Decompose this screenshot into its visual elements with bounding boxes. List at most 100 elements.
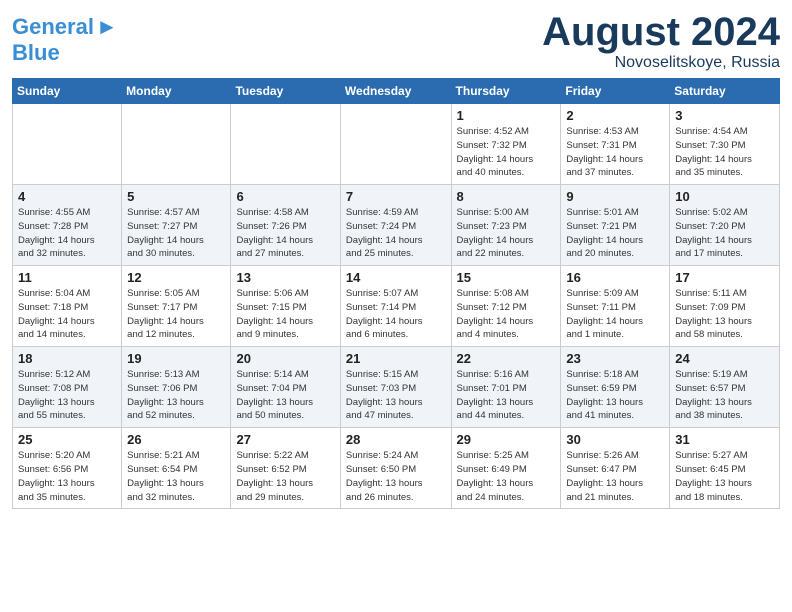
- day-info: Sunrise: 5:09 AM Sunset: 7:11 PM Dayligh…: [566, 287, 664, 342]
- day-info: Sunrise: 5:07 AM Sunset: 7:14 PM Dayligh…: [346, 287, 446, 342]
- calendar-cell-2-7: 10Sunrise: 5:02 AM Sunset: 7:20 PM Dayli…: [670, 185, 780, 266]
- day-info: Sunrise: 4:55 AM Sunset: 7:28 PM Dayligh…: [18, 206, 116, 261]
- calendar-cell-5-1: 25 Sunrise: 5:20 AM Sunset: 6:56 PM Dayli…: [13, 428, 122, 509]
- calendar-cell-4-3: 20 Sunrise: 5:14 AM Sunset: 7:04 PM Dayli…: [231, 347, 340, 428]
- calendar-cell-2-4: 7 Sunrise: 4:59 AM Sunset: 7:24 PM Daylig…: [340, 185, 451, 266]
- calendar-cell-5-2: 26 Sunrise: 5:21 AM Sunset: 6:54 PM Dayli…: [122, 428, 231, 509]
- day-number: 8: [457, 189, 556, 204]
- day-number: 23: [566, 351, 664, 366]
- day-number: 26: [127, 432, 225, 447]
- day-info: Sunrise: 5:01 AM Sunset: 7:21 PM Dayligh…: [566, 206, 664, 261]
- day-info: Sunrise: 5:12 AM Sunset: 7:08 PM Dayligh…: [18, 368, 116, 423]
- calendar-week-1: 1 Sunrise: 4:52 AM Sunset: 7:32 PM Daylig…: [13, 104, 780, 185]
- day-info: Sunrise: 5:16 AM Sunset: 7:01 PM Dayligh…: [457, 368, 556, 423]
- day-number: 30: [566, 432, 664, 447]
- calendar-cell-3-7: 17Sunrise: 5:11 AM Sunset: 7:09 PM Dayli…: [670, 266, 780, 347]
- calendar-cell-2-3: 6Sunrise: 4:58 AM Sunset: 7:26 PM Daylig…: [231, 185, 340, 266]
- calendar-cell-4-5: 22Sunrise: 5:16 AM Sunset: 7:01 PM Dayli…: [451, 347, 561, 428]
- day-info: Sunrise: 5:11 AM Sunset: 7:09 PM Dayligh…: [675, 287, 774, 342]
- calendar-cell-3-3: 13 Sunrise: 5:06 AM Sunset: 7:15 PM Dayli…: [231, 266, 340, 347]
- day-info: Sunrise: 4:57 AM Sunset: 7:27 PM Dayligh…: [127, 206, 225, 261]
- calendar-week-2: 4Sunrise: 4:55 AM Sunset: 7:28 PM Daylig…: [13, 185, 780, 266]
- day-number: 12: [127, 270, 225, 285]
- day-info: Sunrise: 5:08 AM Sunset: 7:12 PM Dayligh…: [457, 287, 556, 342]
- logo-bird-icon: ►: [96, 14, 118, 40]
- calendar-cell-2-5: 8 Sunrise: 5:00 AM Sunset: 7:23 PM Daylig…: [451, 185, 561, 266]
- day-number: 11: [18, 270, 116, 285]
- day-number: 13: [236, 270, 334, 285]
- day-info: Sunrise: 5:14 AM Sunset: 7:04 PM Dayligh…: [236, 368, 334, 423]
- calendar-cell-5-6: 30 Sunrise: 5:26 AM Sunset: 6:47 PM Dayli…: [561, 428, 670, 509]
- logo-blue-text: Blue: [12, 40, 60, 66]
- day-header-thursday: Thursday: [451, 79, 561, 104]
- day-info: Sunrise: 4:52 AM Sunset: 7:32 PM Dayligh…: [457, 125, 556, 180]
- day-number: 18: [18, 351, 116, 366]
- day-header-sunday: Sunday: [13, 79, 122, 104]
- logo: General ► Blue: [12, 10, 118, 66]
- day-info: Sunrise: 5:22 AM Sunset: 6:52 PM Dayligh…: [236, 449, 334, 504]
- calendar-cell-4-2: 19 Sunrise: 5:13 AM Sunset: 7:06 PM Dayli…: [122, 347, 231, 428]
- day-number: 25: [18, 432, 116, 447]
- day-number: 9: [566, 189, 664, 204]
- day-info: Sunrise: 5:05 AM Sunset: 7:17 PM Dayligh…: [127, 287, 225, 342]
- day-info: Sunrise: 5:06 AM Sunset: 7:15 PM Dayligh…: [236, 287, 334, 342]
- day-header-monday: Monday: [122, 79, 231, 104]
- calendar-week-4: 18 Sunrise: 5:12 AM Sunset: 7:08 PM Dayli…: [13, 347, 780, 428]
- day-number: 5: [127, 189, 225, 204]
- calendar-cell-4-7: 24Sunrise: 5:19 AM Sunset: 6:57 PM Dayli…: [670, 347, 780, 428]
- day-number: 20: [236, 351, 334, 366]
- day-info: Sunrise: 5:26 AM Sunset: 6:47 PM Dayligh…: [566, 449, 664, 504]
- calendar-cell-3-5: 15Sunrise: 5:08 AM Sunset: 7:12 PM Dayli…: [451, 266, 561, 347]
- calendar-cell-4-6: 23 Sunrise: 5:18 AM Sunset: 6:59 PM Dayli…: [561, 347, 670, 428]
- day-number: 19: [127, 351, 225, 366]
- calendar-cell-1-5: 1 Sunrise: 4:52 AM Sunset: 7:32 PM Daylig…: [451, 104, 561, 185]
- day-number: 24: [675, 351, 774, 366]
- day-info: Sunrise: 4:53 AM Sunset: 7:31 PM Dayligh…: [566, 125, 664, 180]
- calendar-cell-2-6: 9 Sunrise: 5:01 AM Sunset: 7:21 PM Daylig…: [561, 185, 670, 266]
- day-info: Sunrise: 5:25 AM Sunset: 6:49 PM Dayligh…: [457, 449, 556, 504]
- day-info: Sunrise: 5:00 AM Sunset: 7:23 PM Dayligh…: [457, 206, 556, 261]
- calendar-week-3: 11 Sunrise: 5:04 AM Sunset: 7:18 PM Dayli…: [13, 266, 780, 347]
- day-info: Sunrise: 5:20 AM Sunset: 6:56 PM Dayligh…: [18, 449, 116, 504]
- calendar-cell-3-6: 16 Sunrise: 5:09 AM Sunset: 7:11 PM Dayli…: [561, 266, 670, 347]
- day-number: 29: [457, 432, 556, 447]
- day-info: Sunrise: 5:02 AM Sunset: 7:20 PM Dayligh…: [675, 206, 774, 261]
- day-number: 2: [566, 108, 664, 123]
- day-number: 7: [346, 189, 446, 204]
- calendar-cell-1-4: [340, 104, 451, 185]
- page: General ► Blue August 2024 Novoselitskoy…: [0, 0, 792, 519]
- day-info: Sunrise: 5:27 AM Sunset: 6:45 PM Dayligh…: [675, 449, 774, 504]
- calendar-cell-3-2: 12 Sunrise: 5:05 AM Sunset: 7:17 PM Dayli…: [122, 266, 231, 347]
- day-number: 16: [566, 270, 664, 285]
- calendar-header-row: SundayMondayTuesdayWednesdayThursdayFrid…: [13, 79, 780, 104]
- day-number: 21: [346, 351, 446, 366]
- day-number: 28: [346, 432, 446, 447]
- day-info: Sunrise: 5:24 AM Sunset: 6:50 PM Dayligh…: [346, 449, 446, 504]
- day-header-wednesday: Wednesday: [340, 79, 451, 104]
- day-info: Sunrise: 5:21 AM Sunset: 6:54 PM Dayligh…: [127, 449, 225, 504]
- calendar-cell-3-4: 14Sunrise: 5:07 AM Sunset: 7:14 PM Dayli…: [340, 266, 451, 347]
- day-number: 3: [675, 108, 774, 123]
- day-info: Sunrise: 5:18 AM Sunset: 6:59 PM Dayligh…: [566, 368, 664, 423]
- day-info: Sunrise: 4:59 AM Sunset: 7:24 PM Dayligh…: [346, 206, 446, 261]
- day-info: Sunrise: 5:13 AM Sunset: 7:06 PM Dayligh…: [127, 368, 225, 423]
- day-number: 1: [457, 108, 556, 123]
- day-number: 27: [236, 432, 334, 447]
- day-header-tuesday: Tuesday: [231, 79, 340, 104]
- day-number: 31: [675, 432, 774, 447]
- day-info: Sunrise: 4:58 AM Sunset: 7:26 PM Dayligh…: [236, 206, 334, 261]
- title-area: August 2024 Novoselitskoye, Russia: [542, 10, 780, 72]
- day-info: Sunrise: 5:15 AM Sunset: 7:03 PM Dayligh…: [346, 368, 446, 423]
- calendar-cell-4-4: 21 Sunrise: 5:15 AM Sunset: 7:03 PM Dayli…: [340, 347, 451, 428]
- calendar-week-5: 25 Sunrise: 5:20 AM Sunset: 6:56 PM Dayli…: [13, 428, 780, 509]
- calendar-cell-5-3: 27 Sunrise: 5:22 AM Sunset: 6:52 PM Dayli…: [231, 428, 340, 509]
- header: General ► Blue August 2024 Novoselitskoy…: [12, 10, 780, 72]
- logo-text: General: [12, 15, 94, 39]
- location: Novoselitskoye, Russia: [542, 54, 780, 72]
- calendar-cell-1-6: 2 Sunrise: 4:53 AM Sunset: 7:31 PM Daylig…: [561, 104, 670, 185]
- calendar-cell-1-7: 3Sunrise: 4:54 AM Sunset: 7:30 PM Daylig…: [670, 104, 780, 185]
- calendar-table: SundayMondayTuesdayWednesdayThursdayFrid…: [12, 78, 780, 509]
- calendar-cell-5-5: 29 Sunrise: 5:25 AM Sunset: 6:49 PM Dayli…: [451, 428, 561, 509]
- day-info: Sunrise: 5:04 AM Sunset: 7:18 PM Dayligh…: [18, 287, 116, 342]
- calendar-cell-2-1: 4Sunrise: 4:55 AM Sunset: 7:28 PM Daylig…: [13, 185, 122, 266]
